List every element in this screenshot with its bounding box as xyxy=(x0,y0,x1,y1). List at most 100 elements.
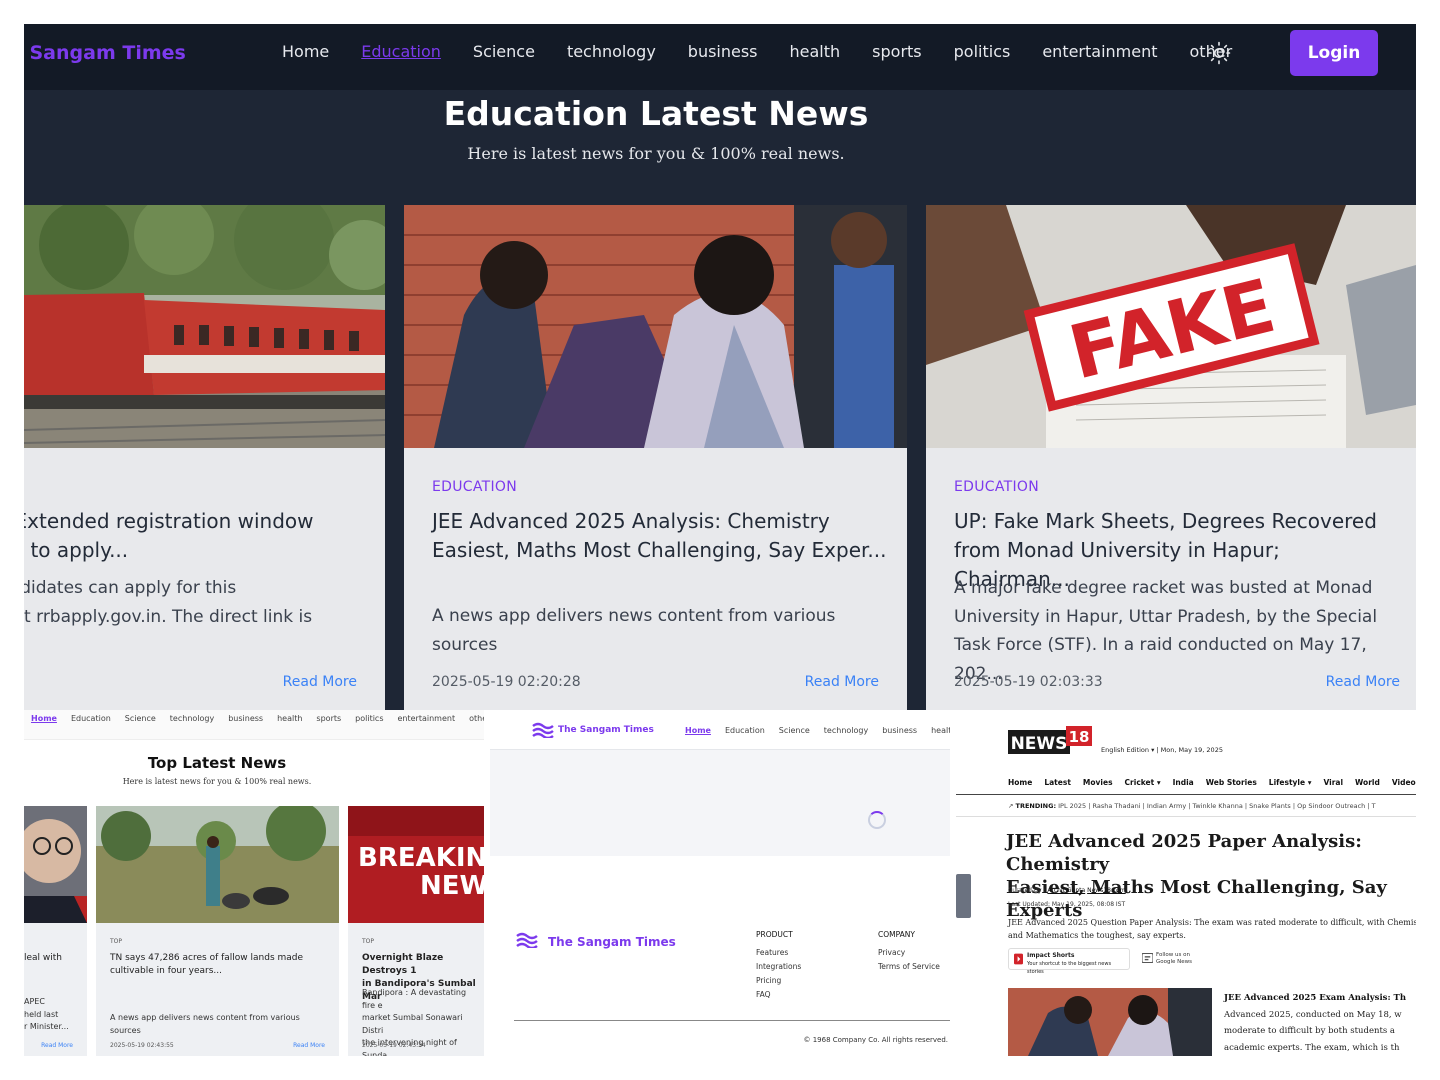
portrait-image xyxy=(24,806,87,923)
nav-entertainment[interactable]: entertainment xyxy=(391,714,463,723)
source-link[interactable]: News18.com xyxy=(1087,887,1126,894)
page-subtitle: Here is latest news for you & 100% real … xyxy=(122,777,312,786)
site-brand[interactable]: e Sangam Times xyxy=(24,42,186,64)
waves-logo-icon xyxy=(516,932,538,948)
news18-logo[interactable]: NEWS 18 xyxy=(1008,726,1092,754)
trending-bar: ↗ TRENDING: IPL 2025 | Rasha Thadani | I… xyxy=(1008,802,1376,810)
menu-item[interactable]: Latest xyxy=(1044,778,1071,787)
nav-business[interactable]: business xyxy=(221,714,270,723)
copyright-text: © 1968 Company Co. All rights reserved. xyxy=(803,1036,949,1044)
google-news-icon xyxy=(1142,953,1153,963)
card-title[interactable]: 25: Extended registration window , link … xyxy=(24,507,365,565)
top-navbar: e Sangam Times Home Education Science te… xyxy=(24,24,1416,90)
read-more-link[interactable]: Read More xyxy=(41,1042,73,1049)
menu-item[interactable]: Viral xyxy=(1323,778,1343,787)
read-more-link[interactable]: Read More xyxy=(283,674,357,690)
footer-link[interactable]: Pricing xyxy=(756,974,801,988)
news-card[interactable]: 25: Extended registration window , link … xyxy=(24,205,385,710)
nav-politics[interactable]: politics xyxy=(938,40,1027,64)
nav-business[interactable]: business xyxy=(875,726,924,735)
news-card[interactable]: EDUCATION JEE Advanced 2025 Analysis: Ch… xyxy=(404,205,907,710)
footer-link[interactable]: Features xyxy=(756,946,801,960)
scroll-handle[interactable] xyxy=(956,874,971,918)
follow-google-news[interactable]: Follow us on Google News xyxy=(1142,952,1192,966)
news-card[interactable]: leal with APEC held last r Minister... R… xyxy=(24,806,87,1056)
footer-brand[interactable]: The Sangam Times xyxy=(548,935,676,949)
menu-item[interactable]: Home xyxy=(1008,778,1032,787)
breaking-line-2: NEW xyxy=(420,871,484,901)
nav-health[interactable]: health xyxy=(774,40,857,64)
svg-text:NEWS: NEWS xyxy=(1011,734,1068,754)
mini-nav-links: Home Education Science technology busine… xyxy=(24,714,484,723)
nav-home[interactable]: Home xyxy=(678,726,718,735)
footer-link[interactable]: Privacy xyxy=(878,946,940,960)
menu-item[interactable]: Cricket ▾ xyxy=(1125,778,1161,787)
impact-subtitle: Your shortcut to the biggest news storie… xyxy=(1027,961,1112,975)
footer-company-column: COMPANY Privacy Terms of Service xyxy=(878,928,940,974)
nav-links: Home Education Science technology busine… xyxy=(266,40,1248,64)
footer-heading: COMPANY xyxy=(878,930,915,939)
card-title[interactable]: leal with xyxy=(24,952,81,965)
news-card[interactable]: BREAKIN NEW TOP Overnight Blaze Destroys… xyxy=(348,806,484,1056)
nav-health[interactable]: health xyxy=(270,714,309,723)
menu-item[interactable]: India xyxy=(1173,778,1194,787)
nav-business[interactable]: business xyxy=(672,40,774,64)
nav-education[interactable]: Education xyxy=(718,726,772,735)
nav-politics[interactable]: politics xyxy=(348,714,390,723)
card-date: 2025-05-19 02:03:33 xyxy=(954,674,1103,690)
trending-links[interactable]: IPL 2025 | Rasha Thadani | Indian Army |… xyxy=(1058,802,1375,810)
nav-technology[interactable]: technology xyxy=(163,714,221,723)
menu-item[interactable]: Lifestyle ▾ xyxy=(1269,778,1312,787)
nav-other[interactable]: other xyxy=(462,714,484,723)
impact-title: Impact Shorts xyxy=(1027,952,1075,959)
site-footer: The Sangam Times PRODUCT Features Integr… xyxy=(490,856,950,1056)
author-link[interactable]: Archit Gupta xyxy=(1047,887,1085,894)
article-thumbnail-image xyxy=(1008,988,1212,1056)
nav-home[interactable]: Home xyxy=(24,714,64,723)
trending-arrow-icon: ↗ xyxy=(1008,802,1014,810)
nav-technology[interactable]: technology xyxy=(551,40,672,64)
nav-entertainment[interactable]: entertainment xyxy=(1026,40,1173,64)
nav-technology[interactable]: technology xyxy=(817,726,875,735)
read-more-link[interactable]: Read More xyxy=(293,1042,325,1049)
news-card[interactable]: FAKE EDUCATION UP: Fake Mark Sheets, Deg… xyxy=(926,205,1416,710)
edition-date[interactable]: English Edition ▾ | Mon, May 19, 2025 xyxy=(1101,746,1223,754)
news18-article-thumbnail: NEWS 18 English Edition ▾ | Mon, May 19,… xyxy=(956,710,1416,1056)
read-more-link[interactable]: Read More xyxy=(1326,674,1400,690)
footer-link[interactable]: Terms of Service xyxy=(878,960,940,974)
card-title[interactable]: TN says 47,286 acres of fallow lands mad… xyxy=(110,952,333,978)
nav-science[interactable]: Science xyxy=(118,714,163,723)
nav-education[interactable]: Education xyxy=(64,714,118,723)
impact-shorts-button[interactable]: Impact Shorts Your shortcut to the bigge… xyxy=(1008,948,1130,975)
news-card[interactable]: TOP TN says 47,286 acres of fallow lands… xyxy=(96,806,339,1056)
mini-navbar: The Sangam Times Home Education Science … xyxy=(490,710,950,750)
related-body: Advanced 2025, conducted on May 18, w mo… xyxy=(1224,1009,1402,1053)
menu-item[interactable]: Web Stories xyxy=(1206,778,1257,787)
card-category: EDUCATION xyxy=(432,479,518,495)
waves-logo-icon xyxy=(532,722,554,738)
loading-spinner xyxy=(868,811,886,829)
nav-health[interactable]: health xyxy=(924,726,950,735)
related-article-teaser[interactable]: JEE Advanced 2025 Exam Analysis: Th Adva… xyxy=(1224,990,1416,1056)
login-button[interactable]: Login xyxy=(1290,30,1378,76)
nav-sports[interactable]: sports xyxy=(856,40,937,64)
footer-link[interactable]: FAQ xyxy=(756,988,801,1002)
menu-item[interactable]: World xyxy=(1355,778,1380,787)
menu-item[interactable]: Movies xyxy=(1083,778,1113,787)
nav-science[interactable]: Science xyxy=(772,726,817,735)
footer-divider xyxy=(514,1020,950,1021)
site-brand[interactable]: The Sangam Times xyxy=(558,725,654,735)
footer-link[interactable]: Integrations xyxy=(756,960,801,974)
nav-science[interactable]: Science xyxy=(457,40,551,64)
read-more-link[interactable]: Read More xyxy=(805,674,879,690)
page-title: Top Latest News xyxy=(147,754,287,772)
article-intro: JEE Advanced 2025 Question Paper Analysi… xyxy=(1008,918,1416,940)
card-description: A major fake degree racket was busted at… xyxy=(954,578,1378,684)
breaking-news-image: BREAKIN NEW xyxy=(348,806,484,923)
card-title[interactable]: JEE Advanced 2025 Analysis: Chemistry Ea… xyxy=(432,507,887,565)
menu-item[interactable]: Videos xyxy=(1392,778,1416,787)
theme-toggle-sun-icon[interactable] xyxy=(1207,41,1231,65)
nav-education[interactable]: Education xyxy=(345,40,457,64)
nav-sports[interactable]: sports xyxy=(309,714,348,723)
nav-home[interactable]: Home xyxy=(266,40,345,64)
